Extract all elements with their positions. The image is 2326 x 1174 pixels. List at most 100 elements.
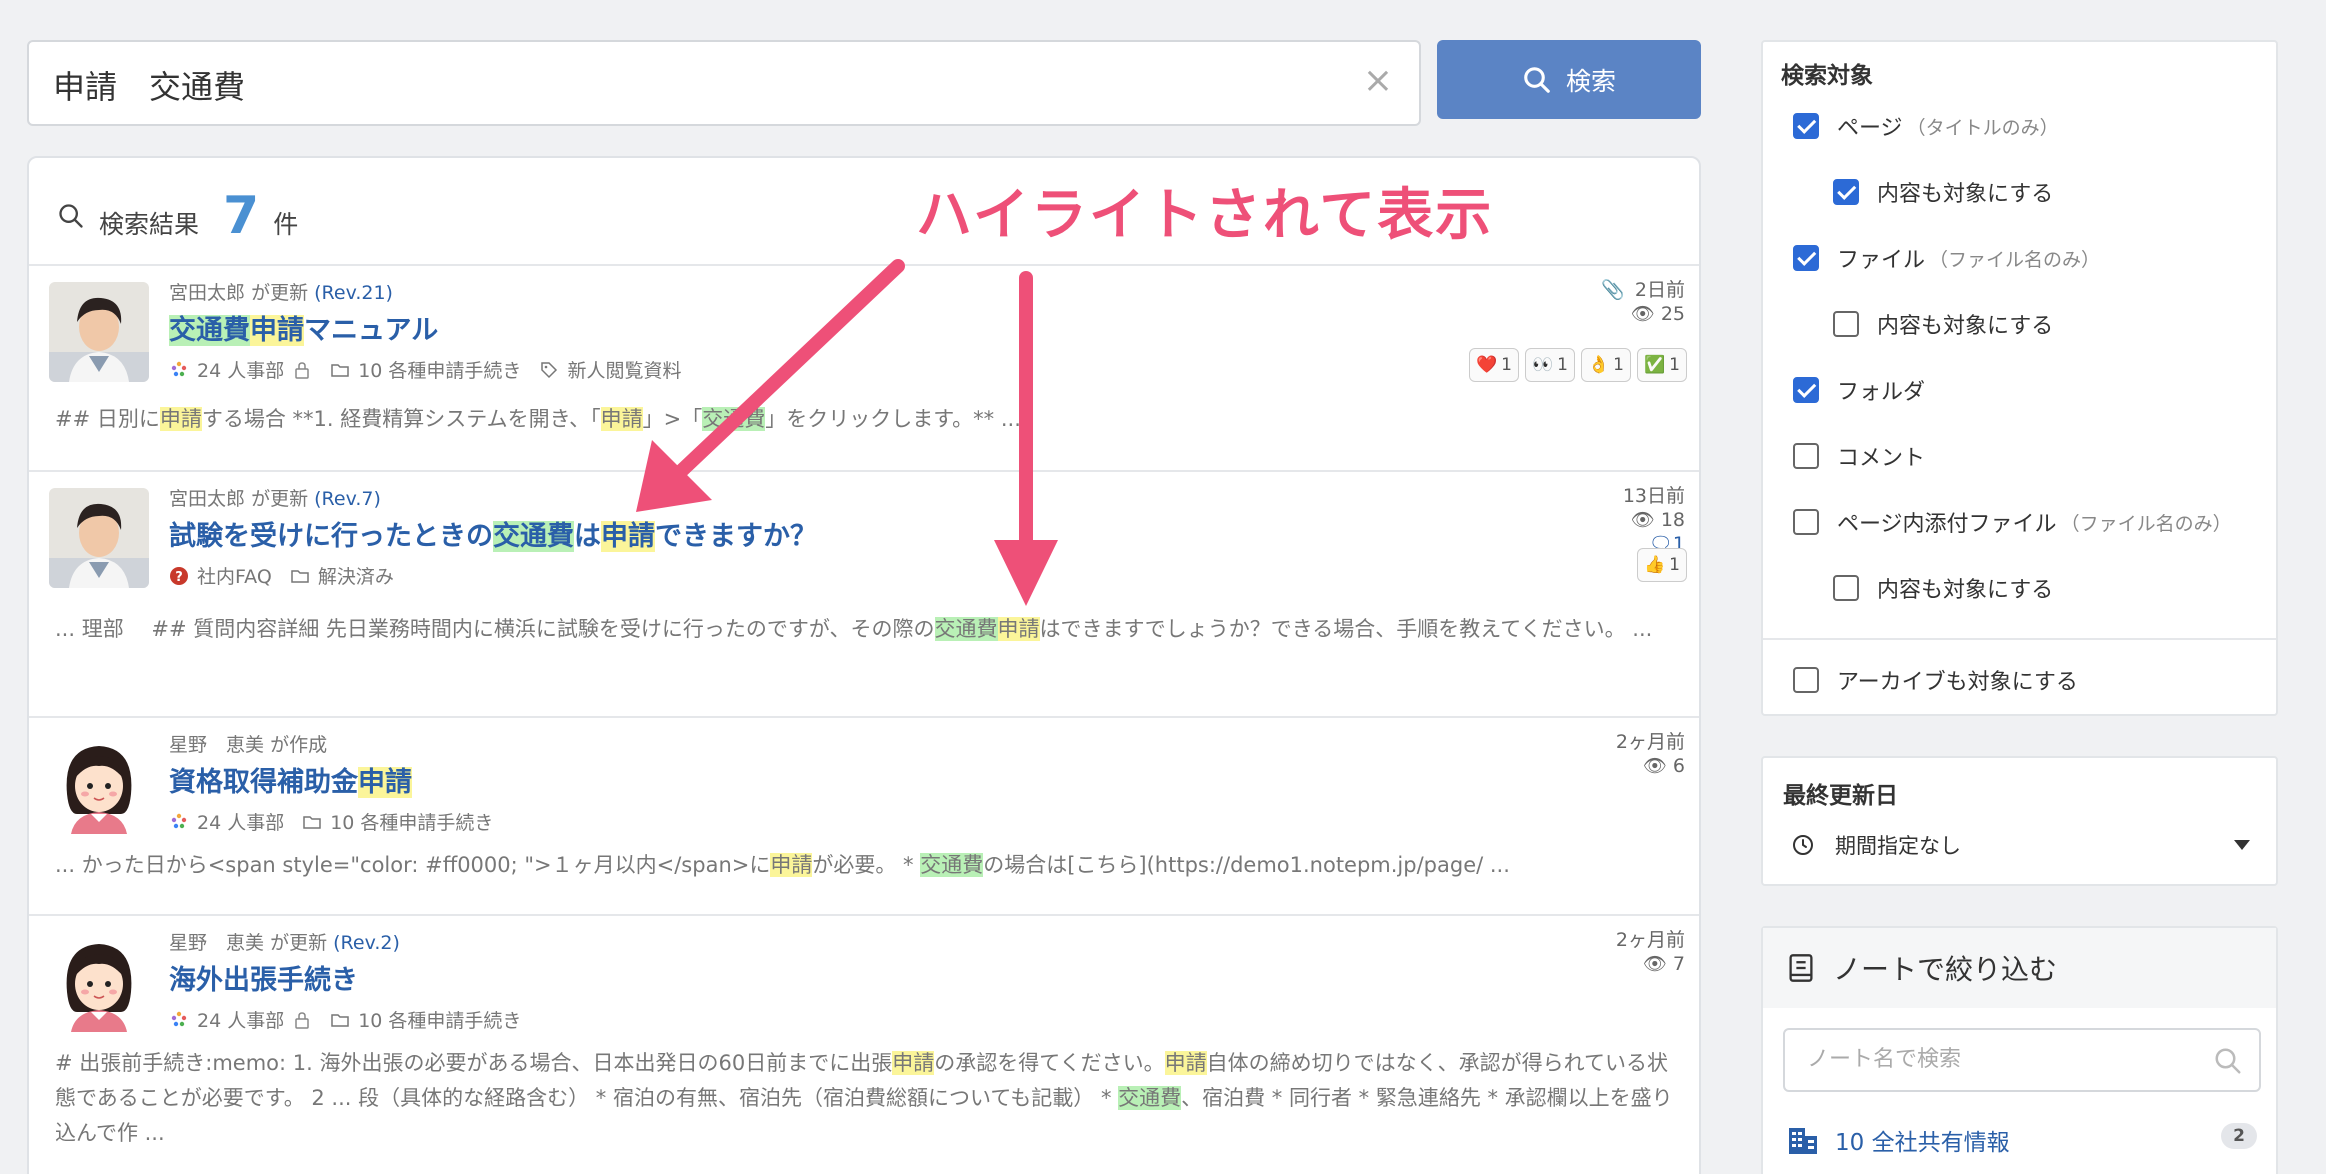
caret-down-icon[interactable] xyxy=(2234,840,2250,850)
search-query-text[interactable]: 申請 交通費 xyxy=(53,62,245,108)
checkbox-label: 内容も対象にする xyxy=(1877,314,2054,339)
note-name[interactable]: 24 人事部 xyxy=(197,356,284,383)
note-name[interactable]: 社内FAQ xyxy=(197,562,272,589)
reaction-badge[interactable]: ✅ 1 xyxy=(1637,348,1687,382)
reaction-badge[interactable]: 👍 1 xyxy=(1637,548,1687,582)
updated-date: 2ヶ月前 xyxy=(1615,929,1685,951)
note-search-field[interactable] xyxy=(1783,1028,2261,1092)
text-segment: 資格取得補助金 xyxy=(169,767,358,798)
highlight-match: 交通費 xyxy=(169,315,250,346)
checkbox[interactable] xyxy=(1793,245,1819,271)
question-icon: ? xyxy=(170,566,188,585)
search-input[interactable]: 申請 交通費 × xyxy=(27,40,1421,126)
filter-option[interactable]: ページ （タイトルのみ） xyxy=(1793,110,2059,142)
result-item[interactable]: 宮田太郎 が更新 (Rev.7) 試験を受けに行ったときの交通費は申請できますか… xyxy=(29,470,1699,716)
text-segment: 海外出張手続き xyxy=(169,965,358,996)
action-text: が更新 xyxy=(270,932,328,954)
action-text: が更新 xyxy=(251,488,309,510)
revision-link[interactable]: (Rev.2) xyxy=(333,932,400,954)
checkbox-sublabel: （ファイル名のみ） xyxy=(1929,248,2101,271)
highlight-match: 申請 xyxy=(159,407,202,431)
highlight-match: 交通費 xyxy=(920,853,984,877)
revision-link[interactable]: (Rev.7) xyxy=(314,488,381,510)
folder-name[interactable]: 10 各種申請手続き xyxy=(358,356,521,383)
action-text: が更新 xyxy=(251,282,309,304)
note-name[interactable]: 24 人事部 xyxy=(197,1006,284,1033)
tag-name[interactable]: 新人閲覧資料 xyxy=(567,356,681,383)
highlight-match: 申請 xyxy=(892,1051,935,1075)
note-name[interactable]: 24 人事部 xyxy=(197,808,284,835)
folder-icon xyxy=(331,363,349,377)
checkbox[interactable] xyxy=(1793,113,1819,139)
panel-title: 最終更新日 xyxy=(1783,783,1898,809)
author-name[interactable]: 宮田太郎 xyxy=(169,282,245,304)
reaction-emoji: 👌 xyxy=(1588,355,1610,375)
reaction-badge[interactable]: ❤️ 1 xyxy=(1469,348,1519,382)
filter-option[interactable]: 内容も対象にする xyxy=(1833,572,2053,604)
avatar xyxy=(49,488,149,588)
revision-link[interactable]: (Rev.21) xyxy=(314,282,393,304)
note-search-input[interactable] xyxy=(1807,1030,2207,1088)
reaction-badge[interactable]: 👀 1 xyxy=(1525,348,1575,382)
checkbox[interactable] xyxy=(1793,377,1819,403)
result-title[interactable]: 資格取得補助金申請 xyxy=(169,760,412,799)
search-button-label: 検索 xyxy=(1565,66,1616,96)
reaction-badge[interactable]: 👌 1 xyxy=(1581,348,1631,382)
text-segment: # 出張前手続き:memo: 1. 海外出張の必要がある場合、日本出発日の60日… xyxy=(55,1051,893,1075)
search-button[interactable]: 検索 xyxy=(1437,40,1701,119)
reaction-count: 1 xyxy=(1613,355,1624,375)
updated-date: 2ヶ月前 xyxy=(1615,731,1685,753)
result-item[interactable]: 宮田太郎 が更新 (Rev.21) 交通費申請マニュアル 24 人事部 10 各… xyxy=(29,264,1699,470)
result-tags: 24 人事部 10 各種申請手続き 新人閲覧資料 xyxy=(169,356,681,383)
highlight-match: 申請 xyxy=(358,767,412,798)
text-segment: が必要。 * xyxy=(812,853,921,877)
result-item[interactable]: 星野 恵美 が作成 資格取得補助金申請 24 人事部 10 各種申請手続き 2ヶ… xyxy=(29,716,1699,914)
filter-option[interactable]: 内容も対象にする xyxy=(1833,308,2053,340)
checkbox[interactable] xyxy=(1833,575,1859,601)
archive-checkbox[interactable]: アーカイブも対象にする xyxy=(1793,664,2078,696)
folder-name[interactable]: 10 各種申請手続き xyxy=(358,1006,521,1033)
results-label: 検索結果 xyxy=(99,210,200,239)
search-icon[interactable] xyxy=(2213,1046,2243,1076)
result-item[interactable]: 星野 恵美 が更新 (Rev.2) 海外出張手続き 24 人事部 10 各種申請… xyxy=(29,914,1699,1174)
note-filter-panel: ノートで絞り込む 10 全社共有情報 2 xyxy=(1761,926,2278,1174)
checkbox-sublabel: （ファイル名のみ） xyxy=(2060,512,2232,535)
author-name[interactable]: 宮田太郎 xyxy=(169,488,245,510)
clear-icon[interactable]: × xyxy=(1363,60,1393,101)
highlight-match: 申請 xyxy=(600,407,643,431)
note-icon xyxy=(171,1011,187,1026)
author-name[interactable]: 星野 恵美 xyxy=(169,734,264,756)
filter-option[interactable]: ページ内添付ファイル （ファイル名のみ） xyxy=(1793,506,2232,538)
checkbox-label: コメント xyxy=(1837,446,1926,471)
checkbox[interactable] xyxy=(1833,311,1859,337)
checkbox[interactable] xyxy=(1793,667,1819,693)
clock-icon xyxy=(1793,835,1813,855)
folder-name[interactable]: 10 各種申請手続き xyxy=(330,808,493,835)
note-item[interactable]: 10 全社共有情報 2 xyxy=(1787,1123,2257,1157)
filter-option[interactable]: 内容も対象にする xyxy=(1833,176,2053,208)
result-meta: 星野 恵美 が作成 xyxy=(169,730,327,757)
result-tags: ? 社内FAQ 解決済み xyxy=(169,562,394,589)
reaction-emoji: 👀 xyxy=(1532,355,1554,375)
avatar xyxy=(49,282,149,382)
filter-option[interactable]: コメント xyxy=(1793,440,1925,472)
note-item-label: 10 全社共有情報 xyxy=(1835,1130,2010,1156)
checkbox[interactable] xyxy=(1833,179,1859,205)
results-header: 検索結果 7 件 xyxy=(57,186,298,246)
filter-option[interactable]: ファイル （ファイル名のみ） xyxy=(1793,242,2100,274)
checkbox[interactable] xyxy=(1793,443,1819,469)
result-title[interactable]: 海外出張手続き xyxy=(169,958,358,997)
text-segment: 試験を受けに行ったときの xyxy=(169,521,493,552)
checkbox[interactable] xyxy=(1793,509,1819,535)
notebook-icon xyxy=(1789,954,1813,982)
result-title[interactable]: 交通費申請マニュアル xyxy=(169,308,438,347)
folder-name[interactable]: 解決済み xyxy=(318,562,394,589)
result-title[interactable]: 試験を受けに行ったときの交通費は申請できますか？ xyxy=(169,514,817,553)
filter-option[interactable]: フォルダ xyxy=(1793,374,1925,406)
date-range-select[interactable]: 期間指定なし xyxy=(1791,830,1961,860)
result-excerpt: ... 理部 ## 質問内容詳細 先日業務時間内に横浜に試験を受けに行ったのです… xyxy=(55,612,1665,647)
text-segment: マニュアル xyxy=(304,315,439,346)
panel-title: 検索対象 xyxy=(1781,63,1873,89)
reaction-count: 1 xyxy=(1557,355,1568,375)
author-name[interactable]: 星野 恵美 xyxy=(169,932,264,954)
